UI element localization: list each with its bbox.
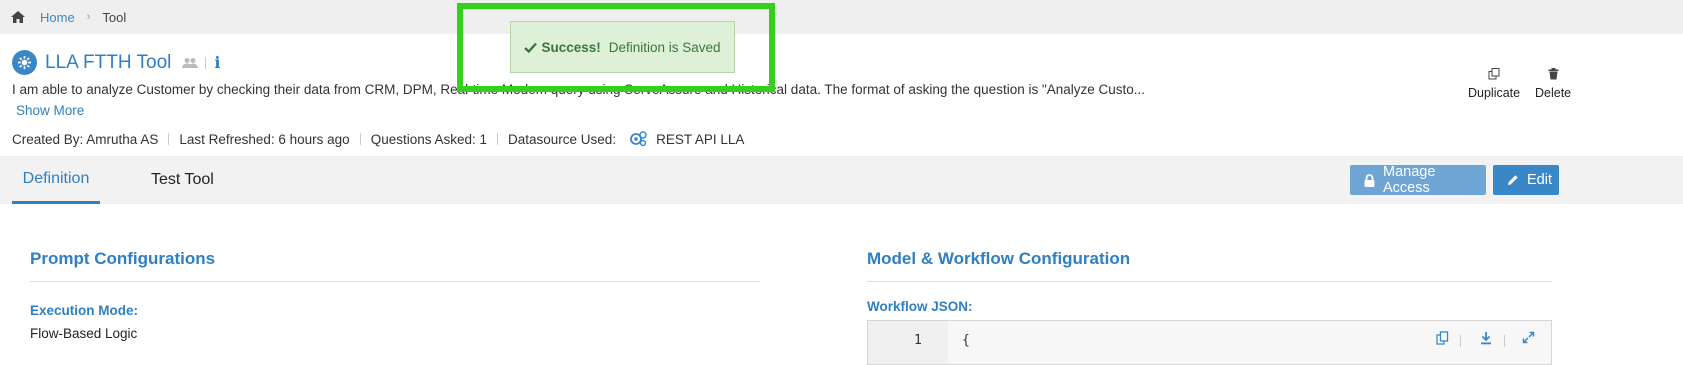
workflow-json-editor[interactable]: 1 { [867, 320, 1552, 365]
tab-test-tool[interactable]: Test Tool [151, 156, 214, 204]
duplicate-label: Duplicate [1468, 86, 1521, 100]
divider [1460, 335, 1461, 347]
workflow-json-label: Workflow JSON: [867, 299, 973, 314]
questions-asked: Questions Asked: 1 [370, 131, 488, 147]
last-refreshed: Last Refreshed: 6 hours ago [179, 131, 350, 147]
datasource-value: REST API LLA [656, 131, 745, 147]
divider [867, 281, 1552, 282]
execution-mode-value: Flow-Based Logic [30, 326, 138, 341]
divider [497, 133, 499, 145]
manage-access-button[interactable]: Manage Access [1350, 164, 1486, 196]
show-more-link[interactable]: Show More [16, 103, 84, 118]
page-title: LLA FTTH Tool [45, 51, 172, 73]
copy-icon[interactable] [1436, 331, 1449, 345]
divider [30, 281, 760, 282]
tool-header: LLA FTTH Tool i [12, 50, 220, 75]
pencil-icon [1507, 174, 1519, 186]
check-icon [524, 42, 538, 53]
divider [205, 56, 207, 69]
divider [359, 133, 361, 145]
expand-icon[interactable] [1522, 331, 1535, 344]
delete-label: Delete [1535, 86, 1572, 100]
duplicate-button[interactable]: Duplicate [1468, 68, 1520, 100]
breadcrumb-home-link[interactable]: Home [40, 10, 75, 25]
chevron-right-icon: › [86, 11, 91, 23]
tool-logo-icon [12, 50, 37, 75]
manage-access-label: Manage Access [1383, 164, 1436, 196]
delete-icon [1548, 68, 1559, 80]
code-line: { [962, 333, 970, 348]
info-icon[interactable]: i [214, 53, 220, 72]
datasource-label: Datasource Used: [508, 131, 617, 147]
model-config-title: Model & Workflow Configuration [867, 249, 1131, 268]
execution-mode-label: Execution Mode: [30, 303, 139, 318]
toast-title: Success! [541, 39, 601, 55]
code-gutter [868, 321, 948, 364]
download-icon[interactable] [1480, 331, 1492, 345]
breadcrumb-current: Tool [102, 9, 127, 25]
tool-meta: Created By: Amrutha AS Last Refreshed: 6… [12, 130, 744, 148]
toast-message: Definition is Saved [608, 39, 721, 55]
delete-button[interactable]: Delete [1535, 68, 1571, 100]
lock-icon [1364, 173, 1375, 187]
edit-label: Edit [1527, 172, 1552, 188]
divider [168, 133, 170, 145]
success-toast: Success! Definition is Saved [510, 21, 735, 73]
breadcrumb: Home › Tool [0, 0, 1683, 34]
home-icon[interactable] [10, 10, 26, 24]
code-line-number: 1 [914, 333, 922, 348]
divider [1504, 335, 1505, 347]
users-icon[interactable] [181, 57, 199, 69]
datasource-icon [628, 130, 648, 148]
tab-definition[interactable]: Definition [12, 156, 100, 204]
edit-button[interactable]: Edit [1493, 165, 1559, 195]
duplicate-icon [1488, 68, 1500, 80]
created-by: Created By: Amrutha AS [12, 131, 159, 147]
prompt-config-title: Prompt Configurations [30, 249, 216, 268]
